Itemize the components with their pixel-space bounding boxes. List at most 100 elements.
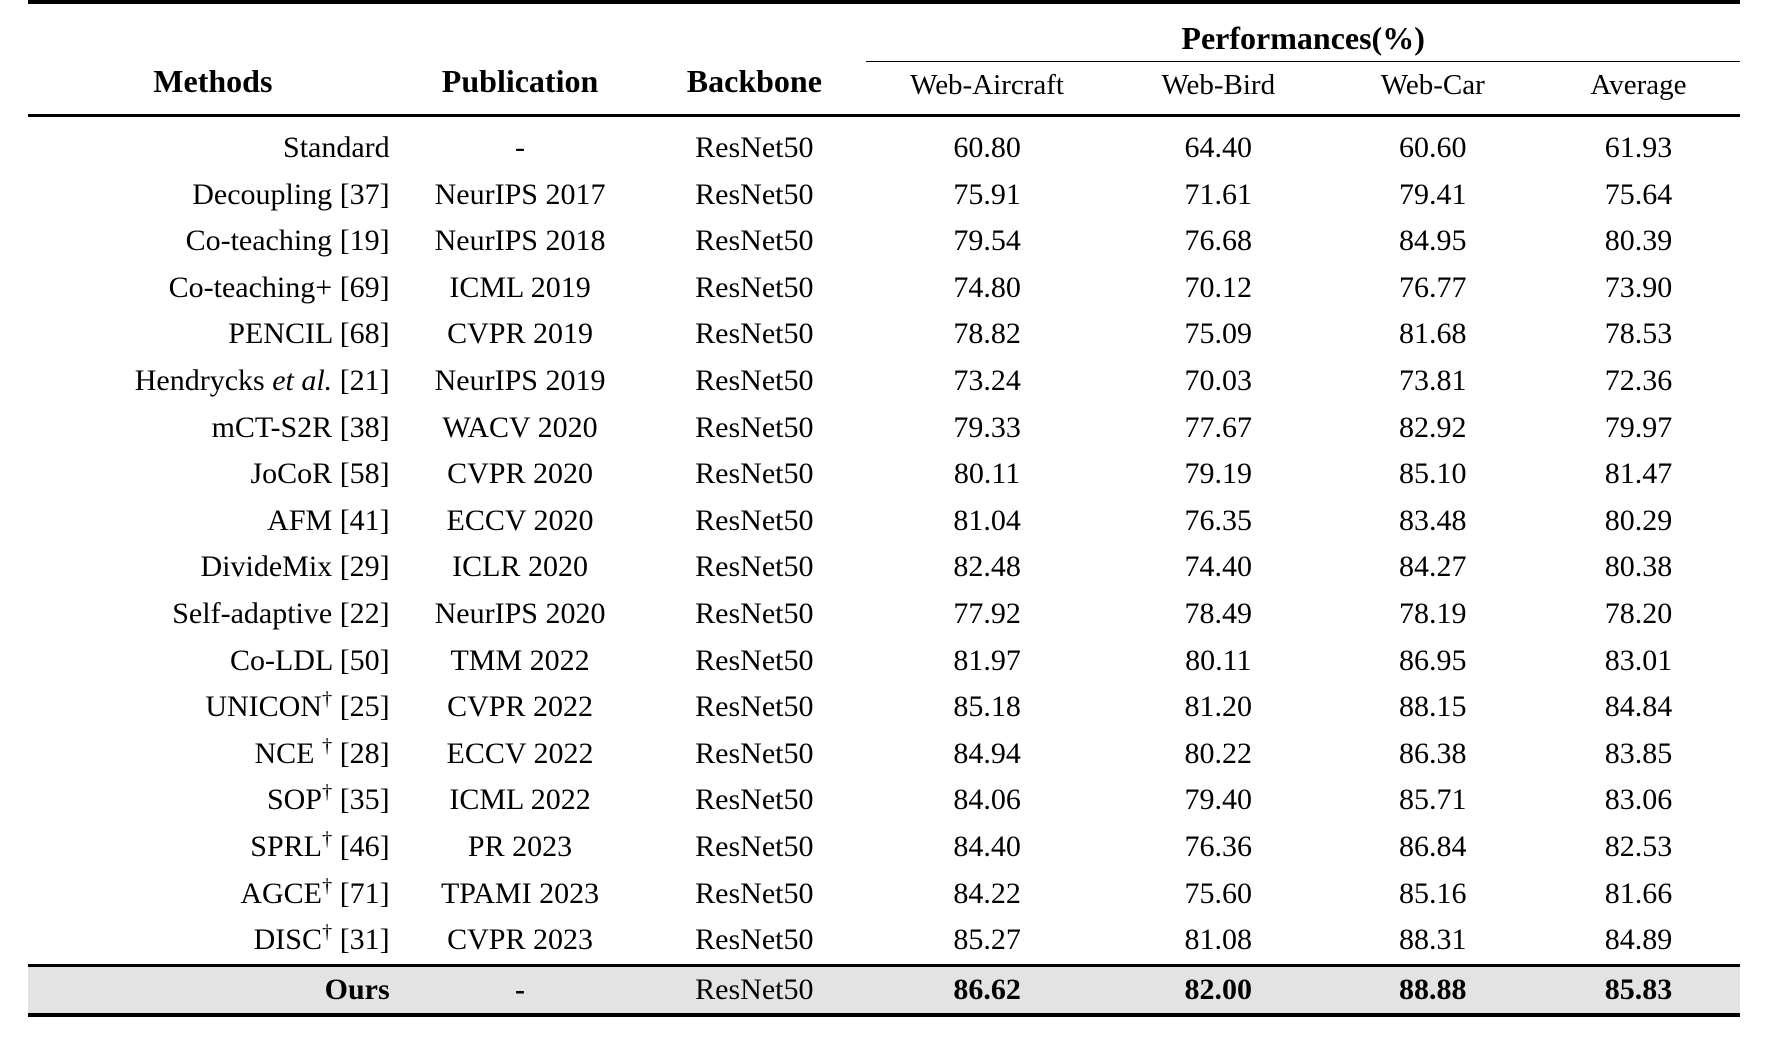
cell-publication: ECCV 2020	[446, 503, 594, 537]
method-name: Co-teaching+	[168, 270, 333, 304]
cell-web-bird: 74.40	[1184, 550, 1253, 584]
cell-web-bird: 81.20	[1184, 690, 1253, 724]
cell-web-car: 86.95	[1399, 643, 1467, 677]
cell-method: AFM [41]	[28, 498, 398, 545]
cell-web-aircraft: 77.92	[953, 596, 1021, 630]
cell-backbone: ResNet50	[695, 177, 814, 211]
table-row: AFM [41] ECCV 2020 ResNet50 81.04 76.35 83.48…	[28, 498, 1740, 545]
method-reference: [22]	[332, 596, 390, 630]
cell-method: Hendrycks et al. [21]	[28, 358, 398, 405]
method-reference: [38]	[332, 410, 390, 444]
cell-web-aircraft: 84.06	[953, 783, 1021, 817]
cell-web-car: 86.84	[1399, 829, 1467, 863]
table-body: Standard - ResNet50 60.80 64.40 60.60 61.93 Dec…	[28, 125, 1740, 1014]
cell-publication: ICML 2019	[449, 270, 591, 304]
cell-average: 78.20	[1604, 596, 1673, 630]
cell-method: Self-adaptive [22]	[28, 591, 398, 638]
method-reference: [35]	[332, 783, 390, 817]
bottom-rule	[28, 1013, 1740, 1018]
column-header-web-car: Web-Car	[1380, 69, 1485, 101]
cell-method: PENCIL [68]	[28, 311, 398, 358]
cell-publication: ICML 2022	[449, 783, 591, 817]
cell-average: 75.64	[1604, 177, 1673, 211]
cell-average: 83.01	[1604, 643, 1673, 677]
cell-web-car: 81.68	[1399, 317, 1467, 351]
method-name: JoCoR	[250, 457, 333, 491]
cell-web-bird: 76.35	[1184, 503, 1253, 537]
method-name: mCT-S2R	[211, 410, 333, 444]
method-name: Hendrycks et al.	[134, 363, 333, 397]
cell-web-bird: 70.03	[1184, 363, 1253, 397]
table-row: AGCE† [71] TPAMI 2023 ResNet50 84.22 75.60 85…	[28, 871, 1740, 918]
method-name: AFM	[267, 503, 333, 537]
cell-method: Co-LDL [50]	[28, 638, 398, 685]
cell-web-aircraft: 85.27	[953, 923, 1021, 957]
table-row: Decoupling [37] NeurIPS 2017 ResNet50 75.91…	[28, 172, 1740, 219]
cell-web-car: 88.88	[1328, 966, 1537, 1014]
cell-web-car: 86.38	[1399, 736, 1467, 770]
cell-publication: NeurIPS 2020	[434, 596, 606, 630]
cell-web-bird: 80.11	[1185, 643, 1252, 677]
performance-comparison-table: Methods Publication Backbone Performance…	[28, 0, 1740, 1018]
cell-backbone: ResNet50	[695, 410, 814, 444]
dagger-icon: †	[321, 921, 333, 944]
cell-average: 85.83	[1536, 966, 1740, 1014]
method-reference: [69]	[332, 270, 390, 304]
cell-method: Standard	[28, 125, 398, 172]
cell-average: 80.38	[1604, 550, 1673, 584]
cell-backbone: ResNet50	[695, 363, 814, 397]
cell-web-car: 88.31	[1399, 923, 1467, 957]
method-reference: [19]	[332, 224, 390, 258]
column-header-backbone: Backbone	[686, 63, 822, 99]
method-name: PENCIL	[228, 317, 333, 351]
method-name: UNICON	[205, 690, 322, 724]
cell-backbone: ResNet50	[695, 736, 814, 770]
method-name: Co-teaching	[185, 224, 333, 258]
table-row: Ours - ResNet50 86.62 82.00 88.88 85.83	[28, 966, 1740, 1014]
dagger-icon: †	[321, 688, 333, 711]
cell-web-aircraft: 74.80	[953, 270, 1021, 304]
column-header-average: Average	[1590, 69, 1687, 101]
cell-average: 84.89	[1604, 923, 1673, 957]
cell-average: 61.93	[1604, 131, 1673, 164]
cell-web-aircraft: 84.94	[953, 736, 1021, 770]
cell-average: 79.97	[1604, 410, 1673, 444]
cell-web-bird: 81.08	[1184, 923, 1253, 957]
cell-average: 81.47	[1604, 457, 1673, 491]
cell-method: Co-teaching [19]	[28, 218, 398, 265]
cell-publication: -	[397, 966, 643, 1014]
method-reference: [41]	[332, 503, 390, 537]
cell-web-aircraft: 86.62	[866, 966, 1108, 1014]
cell-web-aircraft: 84.40	[953, 829, 1021, 863]
cell-web-aircraft: 73.24	[953, 363, 1021, 397]
cell-web-bird: 76.36	[1184, 829, 1253, 863]
table-row: SPRL† [46] PR 2023 ResNet50 84.40 76.36 86.84…	[28, 824, 1740, 871]
cell-backbone: ResNet50	[695, 690, 814, 724]
method-name: Self-adaptive	[172, 596, 333, 630]
table-row: Self-adaptive [22] NeurIPS 2020 ResNet50 77…	[28, 591, 1740, 638]
cell-backbone: ResNet50	[695, 457, 814, 491]
cell-average: 83.06	[1604, 783, 1673, 817]
cell-web-bird: 79.19	[1184, 457, 1253, 491]
cell-web-bird: 77.67	[1184, 410, 1253, 444]
cell-web-car: 84.95	[1399, 224, 1467, 258]
column-group-header-performances: Performances(%)	[866, 20, 1740, 62]
method-reference: [46]	[332, 829, 390, 863]
table-row: Co-LDL [50] TMM 2022 ResNet50 81.97 80.11 86.…	[28, 638, 1740, 685]
cell-web-car: 85.16	[1399, 876, 1467, 910]
table-footer	[28, 1013, 1740, 1018]
cell-publication: NeurIPS 2019	[434, 363, 606, 397]
cell-web-car: 84.27	[1399, 550, 1467, 584]
cell-backbone: ResNet50	[695, 550, 814, 584]
table-row: Co-teaching [19] NeurIPS 2018 ResNet50 79.5…	[28, 218, 1740, 265]
table-row: Standard - ResNet50 60.80 64.40 60.60 61.93	[28, 125, 1740, 172]
group-header-row: Methods Publication Backbone Performance…	[28, 20, 1740, 99]
cell-backbone: ResNet50	[642, 966, 867, 1014]
cell-web-aircraft: 81.04	[953, 503, 1021, 537]
cell-method: AGCE† [71]	[28, 871, 398, 918]
cell-average: 82.53	[1604, 829, 1673, 863]
cell-backbone: ResNet50	[695, 829, 814, 863]
cell-publication: TPAMI 2023	[440, 876, 600, 910]
cell-web-aircraft: 75.91	[953, 177, 1021, 211]
dagger-icon: †	[321, 781, 333, 804]
